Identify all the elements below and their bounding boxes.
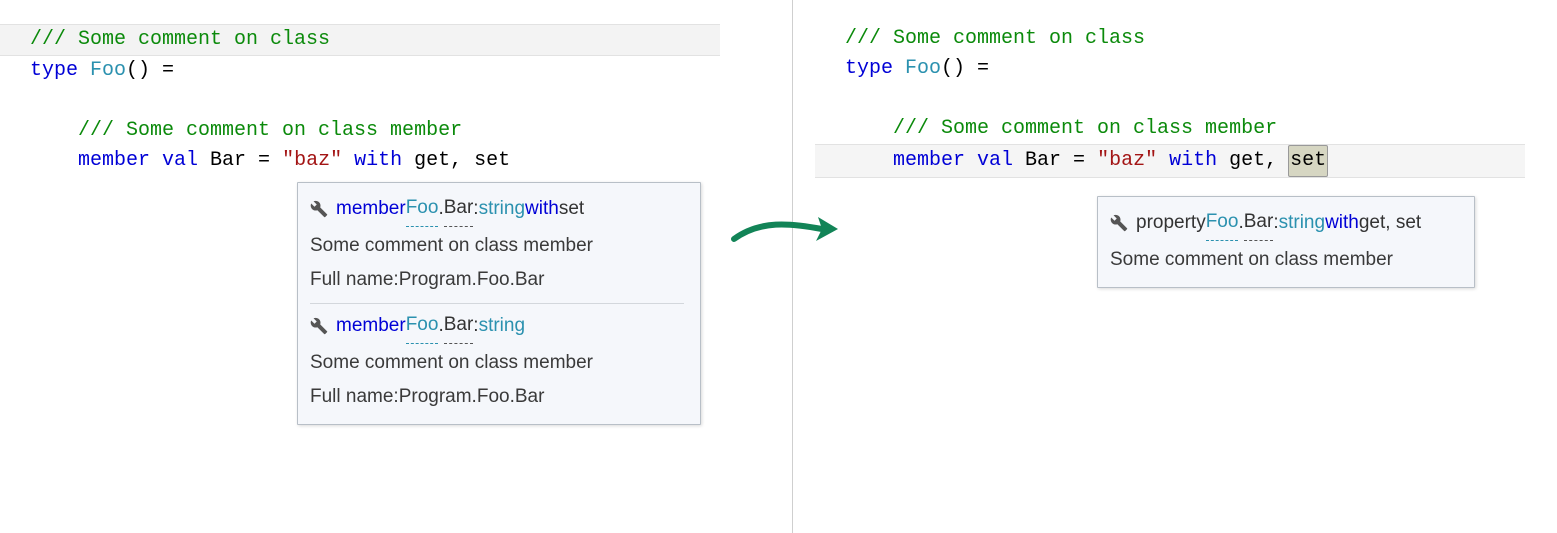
keyword-member: member — [30, 149, 162, 172]
tooltip-signature: member Foo.Bar: string with set — [310, 191, 684, 227]
quick-info-tooltip: property Foo.Bar: string with get, set S… — [1097, 196, 1475, 288]
code-line[interactable]: type Foo() = — [30, 56, 720, 86]
tooltip-description: Some comment on class member — [310, 229, 684, 263]
identifier: Bar = — [1025, 149, 1097, 172]
keyword-with: with — [1157, 149, 1229, 172]
signature-accessor: get, set — [1359, 206, 1421, 240]
comment-token: /// Some comment on class — [845, 27, 1145, 50]
tooltip-signature: member Foo.Bar: string — [310, 308, 684, 344]
tooltip-separator — [310, 303, 684, 304]
fullname-value: Program.Foo.Bar — [399, 263, 545, 297]
fullname-label: Full name: — [310, 380, 399, 414]
cursor-highlight: set — [1288, 145, 1328, 177]
keyword-val: val — [162, 149, 210, 172]
signature-keyword: property — [1136, 206, 1206, 240]
code-line[interactable]: /// Some comment on class member — [845, 114, 1525, 144]
code-line[interactable]: member val Bar = "baz" with get, set — [30, 146, 720, 176]
comment-token: /// Some comment on class member — [30, 119, 462, 142]
tooltip-fullname: Full name: Program.Foo.Bar — [310, 380, 684, 414]
property-icon — [310, 200, 328, 218]
signature-keyword: member — [336, 309, 406, 343]
identifier: Bar = — [210, 149, 282, 172]
code-line[interactable]: /// Some comment on class member — [30, 116, 720, 146]
code-text: () = — [126, 59, 174, 82]
tooltip-description: Some comment on class member — [1110, 243, 1458, 277]
type-name: Foo — [905, 57, 941, 80]
tooltip-fullname: Full name: Program.Foo.Bar — [310, 263, 684, 297]
keyword-member: member — [845, 149, 977, 172]
signature-accessor: set — [559, 192, 584, 226]
signature-return-type: string — [479, 192, 525, 226]
signature-with: with — [1325, 206, 1359, 240]
signature-member: Bar — [1244, 205, 1274, 241]
signature-member: Bar — [444, 191, 474, 227]
vertical-divider — [792, 0, 793, 533]
code-block[interactable]: /// Some comment on class type Foo() = /… — [30, 0, 720, 176]
property-icon — [310, 317, 328, 335]
signature-type: Foo — [1206, 205, 1239, 241]
code-line[interactable]: member val Bar = "baz" with get, set — [815, 144, 1525, 178]
fullname-label: Full name: — [310, 263, 399, 297]
code-panel-right: /// Some comment on class type Foo() = /… — [845, 0, 1525, 178]
code-block[interactable]: /// Some comment on class type Foo() = /… — [845, 0, 1525, 178]
signature-type: Foo — [406, 191, 439, 227]
code-line-blank[interactable] — [845, 84, 1525, 114]
signature-return-type: string — [479, 309, 525, 343]
signature-return-type: string — [1279, 206, 1325, 240]
type-name: Foo — [90, 59, 126, 82]
tooltip-description: Some comment on class member — [310, 346, 684, 380]
code-line-blank[interactable] — [30, 86, 720, 116]
comment-token: /// Some comment on class member — [845, 117, 1277, 140]
code-text: () = — [941, 57, 989, 80]
signature-type: Foo — [406, 308, 439, 344]
keyword-type: type — [845, 57, 905, 80]
string-token: "baz" — [282, 149, 342, 172]
transition-arrow-icon — [730, 205, 840, 253]
keyword-type: type — [30, 59, 90, 82]
accessor-get: get, — [1229, 149, 1289, 172]
accessor-text: get, set — [414, 149, 510, 172]
code-line[interactable]: /// Some comment on class — [845, 24, 1525, 54]
code-line[interactable]: type Foo() = — [845, 54, 1525, 84]
string-token: "baz" — [1097, 149, 1157, 172]
comment-token: /// Some comment on class — [30, 28, 330, 51]
code-panel-left: /// Some comment on class type Foo() = /… — [30, 0, 720, 176]
signature-with: with — [525, 192, 559, 226]
quick-info-tooltip: member Foo.Bar: string with set Some com… — [297, 182, 701, 425]
code-line[interactable]: /// Some comment on class — [0, 24, 720, 56]
property-icon — [1110, 214, 1128, 232]
keyword-val: val — [977, 149, 1025, 172]
fullname-value: Program.Foo.Bar — [399, 380, 545, 414]
tooltip-signature: property Foo.Bar: string with get, set — [1110, 205, 1458, 241]
signature-keyword: member — [336, 192, 406, 226]
signature-member: Bar — [444, 308, 474, 344]
keyword-with: with — [342, 149, 414, 172]
